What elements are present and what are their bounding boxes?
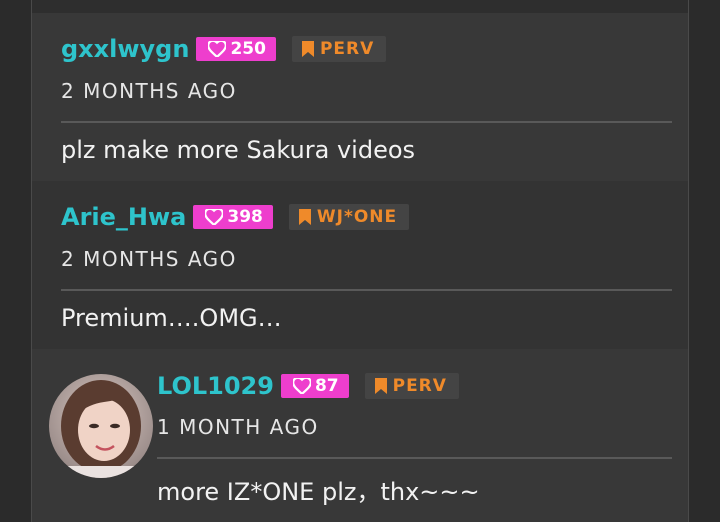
- likes-count: 250: [230, 39, 266, 59]
- comment-text: plz make more Sakura videos: [61, 136, 416, 164]
- bookmark-icon: [298, 209, 311, 225]
- avatar-photo: [49, 374, 153, 478]
- rank-badge-label: WJ*ONE: [316, 207, 398, 227]
- rank-badge: PERV: [364, 373, 459, 399]
- comment-time: 2 MONTHS AGO: [61, 247, 237, 271]
- comments-panel: gxxlwygn 250 PERV 2 MONTHS AGO plz make …: [31, 0, 689, 522]
- comment-header: Arie_Hwa 398 WJ*ONE: [61, 202, 410, 232]
- comment-divider: [61, 121, 672, 123]
- likes-badge: 250: [196, 37, 276, 61]
- comment-text: Premium….OMG…: [61, 304, 282, 332]
- heart-icon: [292, 378, 311, 394]
- rank-badge: WJ*ONE: [288, 204, 410, 230]
- rank-badge-label: PERV: [319, 39, 375, 59]
- comment-item: LOL1029 87 PERV 1 MONTH AGO more IZ*ONE …: [32, 349, 688, 522]
- bookmark-icon: [301, 41, 314, 57]
- rank-badge: PERV: [291, 36, 387, 62]
- likes-badge: 398: [193, 205, 273, 229]
- comment-item: gxxlwygn 250 PERV 2 MONTHS AGO plz make …: [32, 13, 688, 181]
- rank-badge-label: PERV: [392, 376, 447, 396]
- comment-username[interactable]: gxxlwygn: [61, 35, 189, 63]
- comment-text: more IZ*ONE plz，thx~~~: [157, 478, 480, 506]
- comment-item: Arie_Hwa 398 WJ*ONE 2 MONTHS AGO Premium…: [32, 181, 688, 349]
- previous-comment-edge: [32, 0, 688, 13]
- comment-time: 1 MONTH AGO: [157, 415, 319, 439]
- avatar[interactable]: [49, 374, 153, 478]
- heart-icon: [208, 41, 227, 57]
- comment-header: gxxlwygn 250 PERV: [61, 34, 387, 64]
- comment-divider: [157, 457, 672, 459]
- comment-header: LOL1029 87 PERV: [157, 371, 459, 401]
- comment-username[interactable]: Arie_Hwa: [61, 203, 186, 231]
- comment-username[interactable]: LOL1029: [157, 372, 274, 400]
- bookmark-icon: [374, 378, 387, 394]
- likes-badge: 87: [280, 374, 349, 398]
- comment-time: 2 MONTHS AGO: [61, 79, 237, 103]
- likes-count: 398: [227, 207, 263, 227]
- likes-count: 87: [314, 376, 339, 396]
- heart-icon: [205, 209, 224, 225]
- comment-divider: [61, 289, 672, 291]
